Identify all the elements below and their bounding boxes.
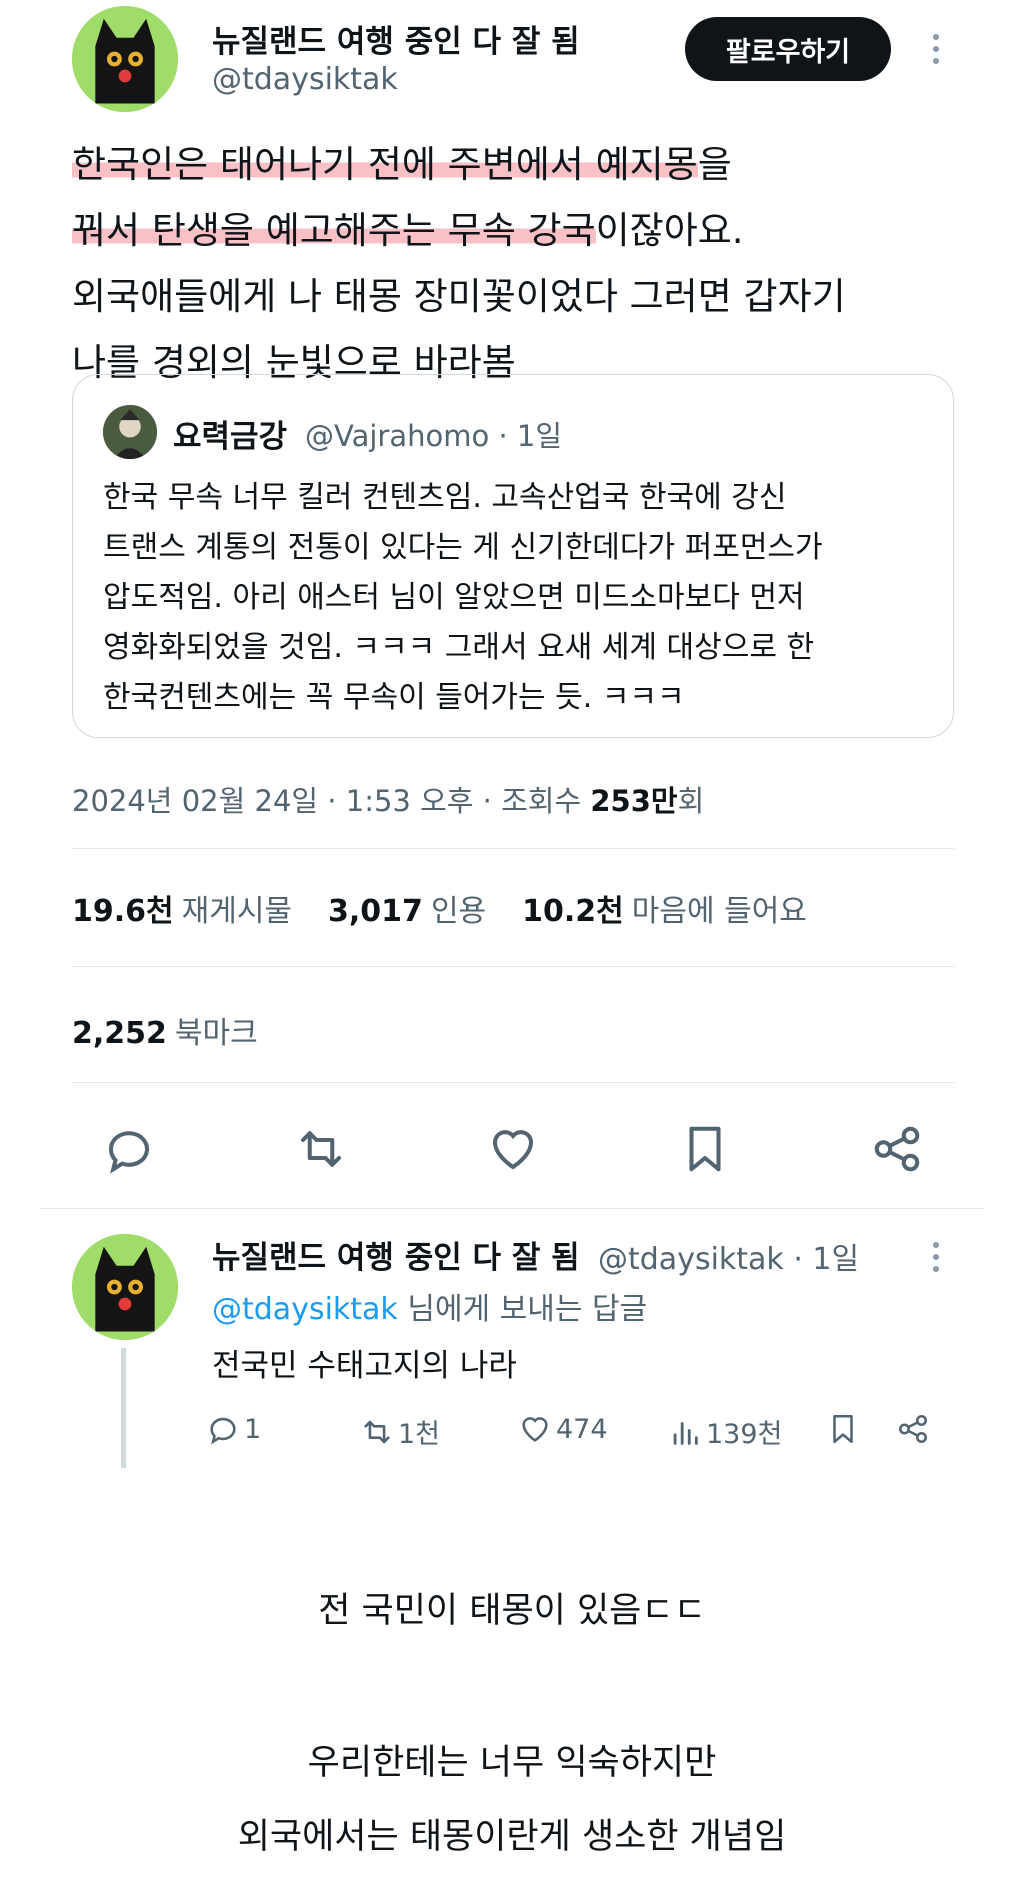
reply-more-options-icon[interactable] [926, 1242, 946, 1272]
caption-line: 전 국민이 태몽이 있음ㄷㄷ [318, 1591, 706, 1631]
post-action-bar [102, 1122, 932, 1178]
reply-mention-link[interactable]: @tdaysiktak [212, 1292, 398, 1327]
reply-share-button[interactable] [896, 1412, 930, 1446]
follow-button[interactable]: 팔로우하기 [685, 17, 891, 81]
reply-icon[interactable] [102, 1122, 156, 1176]
reply-author-handle[interactable]: @tdaysiktak · 1일 [598, 1234, 859, 1278]
like-icon [522, 1417, 548, 1442]
retweet-icon [364, 1420, 390, 1443]
quote-stat[interactable]: 3,017 인용 [328, 886, 486, 930]
divider [72, 848, 954, 849]
bookmark-icon [833, 1414, 853, 1444]
divider [72, 1082, 954, 1083]
reply-author-avatar[interactable] [72, 1234, 178, 1340]
caption-line: 외국에서는 태몽이란게 생소한 개념임 [237, 1817, 787, 1857]
caption-line: 우리한테는 너무 익숙하지만 [307, 1743, 717, 1783]
share-icon [898, 1414, 928, 1444]
author-name[interactable]: 뉴질랜드 여행 중인 다 잘 됨 [212, 16, 580, 61]
quoted-author-avatar[interactable] [103, 405, 157, 459]
post-text-line: 외국애들에게 나 태몽 장미꽃이었다 그러면 갑자기 [72, 275, 846, 318]
post-text: 한국인은 태어나기 전에 주변에서 예지몽을 꿔서 탄생을 예고해주는 무속 강… [72, 132, 972, 396]
bookmark-stat[interactable]: 2,252 북마크 [72, 1008, 258, 1052]
retweet-stat[interactable]: 19.6천 재게시물 [72, 886, 292, 930]
reply-icon [210, 1417, 236, 1445]
quoted-author-name[interactable]: 요력금강 [173, 411, 287, 456]
reply-action-bar: 1 1천 474 139천 [0, 1412, 1024, 1456]
reply-views-button[interactable]: 139천 [668, 1412, 782, 1451]
page: 뉴질랜드 여행 중인 다 잘 됨 @tdaysiktak 팔로우하기 한국인은 … [0, 0, 1024, 1882]
author-avatar[interactable] [72, 6, 178, 112]
share-icon[interactable] [870, 1122, 924, 1176]
reply-bookmark-button[interactable] [826, 1412, 860, 1446]
divider [72, 966, 954, 967]
view-count: 253만 [590, 784, 678, 818]
quoted-post-card[interactable]: 요력금강 @Vajrahomo · 1일 한국 무속 너무 킬러 컨텐츠임. 고… [72, 374, 954, 738]
more-options-icon[interactable] [926, 34, 946, 64]
retweet-icon[interactable] [294, 1122, 348, 1176]
analytics-icon [673, 1421, 698, 1445]
like-stat[interactable]: 10.2천 마음에 들어요 [522, 886, 807, 930]
reply-text: 전국민 수태고지의 나라 [212, 1348, 517, 1384]
post-text-line: 한국인은 태어나기 전에 주변에서 예지몽을 [72, 143, 732, 186]
reply-author-name[interactable]: 뉴질랜드 여행 중인 다 잘 됨 [212, 1232, 580, 1277]
reply-to-label: @tdaysiktak 님에게 보내는 답글 [212, 1292, 648, 1327]
post-text-line: 꿔서 탄생을 예고해주는 무속 강국이잖아요. [72, 209, 744, 252]
quoted-post-text: 한국 무속 너무 킬러 컨텐츠임. 고속산업국 한국에 강신 트랜스 계통의 전… [103, 480, 823, 715]
reply-retweet-button[interactable]: 1천 [360, 1412, 440, 1451]
engagement-stats: 19.6천 재게시물 3,017 인용 10.2천 마음에 들어요 [72, 886, 843, 930]
post-timestamp-views: 2024년 02월 24일 · 1:53 오후 · 조회수 253만회 [72, 784, 705, 818]
divider [40, 1208, 984, 1209]
like-icon[interactable] [486, 1122, 540, 1176]
author-handle[interactable]: @tdaysiktak [212, 62, 398, 97]
quoted-author-handle[interactable]: @Vajrahomo · 1일 [305, 413, 562, 455]
bookmark-icon[interactable] [678, 1122, 732, 1176]
reply-reply-button[interactable]: 1 [206, 1412, 261, 1446]
reply-like-button[interactable]: 474 [518, 1412, 608, 1446]
